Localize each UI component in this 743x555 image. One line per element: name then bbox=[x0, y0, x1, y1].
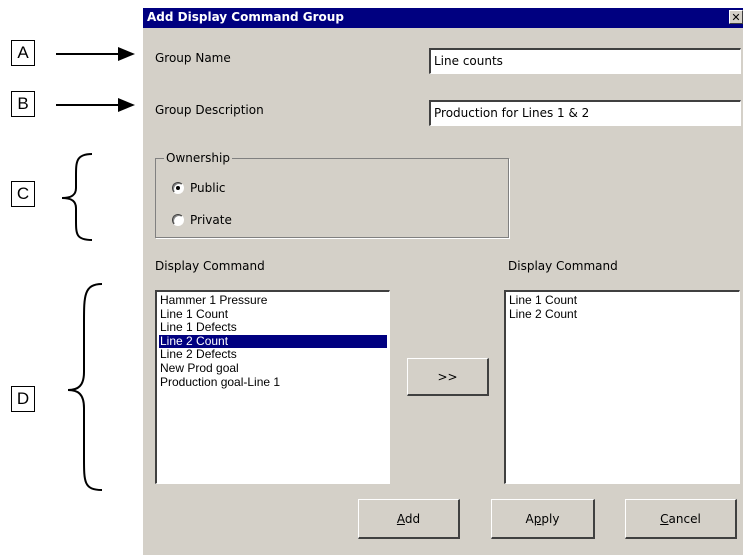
apply-button-label: Apply bbox=[526, 512, 560, 526]
cancel-button-mnemonic: C bbox=[660, 511, 669, 526]
private-radio-button[interactable] bbox=[172, 214, 184, 226]
apply-button-label-rest: ply bbox=[541, 511, 560, 526]
callout-c-letter: C bbox=[16, 184, 30, 203]
move-right-label: >> bbox=[437, 369, 458, 384]
move-right-button[interactable]: >> bbox=[407, 358, 489, 396]
callout-d: D bbox=[11, 386, 35, 412]
group-description-field[interactable]: Production for Lines 1 & 2 bbox=[429, 100, 741, 126]
callout-a-arrow bbox=[56, 47, 135, 61]
group-description-label: Group Description bbox=[155, 103, 264, 117]
private-radio-label: Private bbox=[190, 213, 232, 227]
ownership-legend: Ownership bbox=[164, 151, 232, 165]
list-item[interactable]: Line 1 Defects bbox=[159, 321, 387, 335]
callout-d-brace bbox=[67, 283, 103, 491]
add-display-command-group-dialog: Add Display Command Group ✕ Group Name L… bbox=[143, 8, 743, 555]
apply-button[interactable]: Apply bbox=[491, 499, 595, 539]
callout-a: A bbox=[11, 40, 35, 66]
callout-d-letter: D bbox=[16, 389, 30, 408]
public-radio-button[interactable] bbox=[172, 182, 184, 194]
list-item[interactable]: Hammer 1 Pressure bbox=[159, 293, 387, 308]
public-radio-option[interactable]: Public bbox=[172, 181, 226, 195]
radio-selected-dot-icon bbox=[176, 186, 180, 190]
cancel-button-label-rest: ancel bbox=[668, 511, 701, 526]
callout-b-arrow bbox=[56, 98, 135, 112]
ownership-groupbox: Ownership Public Private bbox=[155, 151, 509, 238]
add-button[interactable]: Add bbox=[358, 499, 460, 539]
add-button-label: Add bbox=[397, 512, 420, 526]
callout-b-letter: B bbox=[17, 94, 29, 113]
cancel-button-label: Cancel bbox=[660, 512, 701, 526]
list-item[interactable]: New Prod goal bbox=[159, 361, 387, 376]
public-radio-label: Public bbox=[190, 181, 226, 195]
close-button[interactable]: ✕ bbox=[729, 10, 743, 24]
dialog-titlebar[interactable]: Add Display Command Group ✕ bbox=[143, 8, 743, 28]
cancel-button[interactable]: Cancel bbox=[625, 499, 737, 539]
list-item-selected[interactable]: Line 2 Count bbox=[159, 334, 387, 349]
dialog-title: Add Display Command Group bbox=[147, 10, 344, 24]
list-item[interactable]: Line 2 Count bbox=[508, 307, 737, 322]
list-item[interactable]: Line 2 Defects bbox=[159, 348, 387, 362]
group-name-label: Group Name bbox=[155, 51, 231, 65]
apply-button-label-start: A bbox=[525, 511, 534, 526]
list-item[interactable]: Line 1 Count bbox=[508, 293, 737, 308]
add-button-label-rest: dd bbox=[404, 511, 421, 526]
available-commands-list[interactable]: Hammer 1 Pressure Line 1 Count Line 1 De… bbox=[155, 290, 390, 484]
private-radio-option[interactable]: Private bbox=[172, 213, 232, 227]
available-commands-label: Display Command bbox=[155, 259, 265, 273]
callout-c-brace bbox=[61, 153, 93, 241]
callout-c: C bbox=[11, 181, 35, 207]
chosen-commands-list[interactable]: Line 1 Count Line 2 Count bbox=[504, 290, 740, 484]
list-item[interactable]: Production goal-Line 1 bbox=[159, 375, 387, 390]
callout-b: B bbox=[11, 91, 35, 117]
close-icon: ✕ bbox=[731, 10, 741, 24]
group-name-field[interactable]: Line counts bbox=[429, 48, 741, 74]
list-item[interactable]: Line 1 Count bbox=[159, 307, 387, 322]
callout-a-letter: A bbox=[17, 43, 29, 62]
add-button-mnemonic: A bbox=[396, 511, 405, 526]
chosen-commands-label: Display Command bbox=[508, 259, 618, 273]
